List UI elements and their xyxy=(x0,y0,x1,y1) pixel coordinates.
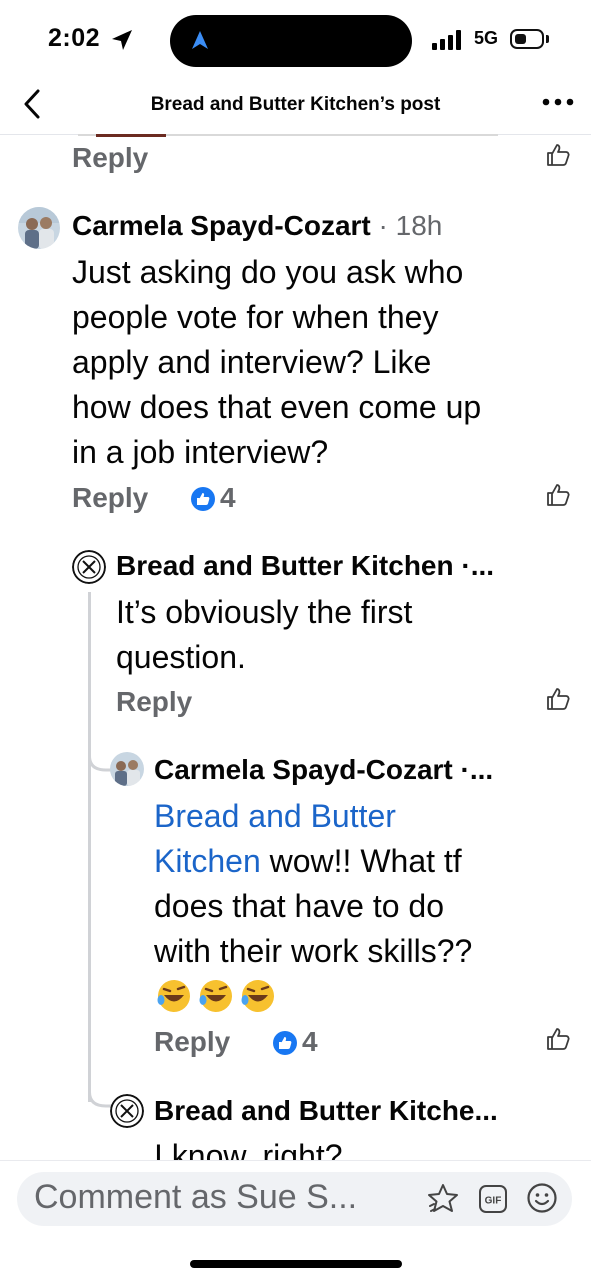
network-label: 5G xyxy=(474,28,499,48)
laughing-emoji-icon xyxy=(157,980,274,1012)
emoji-icon[interactable] xyxy=(526,1182,558,1214)
reply-button[interactable]: Reply xyxy=(154,1026,230,1058)
reaction-count: 4 xyxy=(220,482,236,513)
reply-body: It’s obviously the first question. xyxy=(116,590,576,680)
home-indicator xyxy=(190,1260,402,1268)
reply-button[interactable]: Reply xyxy=(72,142,148,174)
reply-line: with their work skills?? xyxy=(154,933,473,969)
comment-line: people vote for when they xyxy=(72,299,439,335)
page-title: Bread and Butter Kitchen’s post xyxy=(150,94,441,115)
reply-author[interactable]: Bread and Butter Kitchen ·... xyxy=(116,550,494,582)
comment-time: · 18h xyxy=(370,210,443,241)
gif-icon[interactable]: GIF xyxy=(478,1184,508,1214)
like-reaction-icon[interactable] xyxy=(272,1030,298,1056)
reaction-count: 4 xyxy=(302,1026,318,1057)
reply-author[interactable]: Carmela Spayd-Cozart ·... xyxy=(154,754,493,786)
navigation-icon xyxy=(192,31,208,49)
comment-line: Just asking do you ask who xyxy=(72,254,464,290)
reply-author[interactable]: Bread and Butter Kitche... xyxy=(154,1095,498,1127)
like-outline-icon[interactable] xyxy=(545,686,571,712)
like-outline-icon[interactable] xyxy=(545,142,571,168)
reply-text: wow!! What tf xyxy=(260,843,462,879)
comment-line: how does that even come up xyxy=(72,389,482,425)
avatar[interactable] xyxy=(18,207,60,249)
status-time: 2:02 xyxy=(48,24,101,52)
reply-line: It’s obviously the first xyxy=(116,594,413,630)
like-reaction-icon[interactable] xyxy=(190,486,216,512)
author-name[interactable]: Carmela Spayd-Cozart xyxy=(72,210,371,241)
reply-body: Bread and Butter Kitchen wow!! What tf d… xyxy=(154,794,574,974)
comment-placeholder[interactable]: Comment as Sue S... xyxy=(34,1178,357,1217)
reply-line: does that have to do xyxy=(154,888,444,924)
like-outline-icon[interactable] xyxy=(545,482,571,508)
sticker-icon[interactable] xyxy=(426,1182,460,1216)
battery-icon xyxy=(510,29,544,49)
comment-line: in a job interview? xyxy=(72,434,329,470)
thread-line xyxy=(88,592,91,1102)
reply-button[interactable]: Reply xyxy=(116,686,192,718)
image-edge-accent xyxy=(96,134,166,137)
avatar[interactable] xyxy=(72,550,106,584)
more-icon[interactable] xyxy=(542,94,574,110)
avatar[interactable] xyxy=(110,752,144,786)
like-outline-icon[interactable] xyxy=(545,1026,571,1052)
mention-link[interactable]: Bread and Butter xyxy=(154,798,396,834)
comment-body: Just asking do you ask who people vote f… xyxy=(72,250,572,475)
battery-tip xyxy=(546,35,549,43)
location-arrow-icon xyxy=(112,30,132,50)
svg-text:GIF: GIF xyxy=(485,1196,502,1207)
avatar[interactable] xyxy=(110,1094,144,1128)
comment-line: apply and interview? Like xyxy=(72,344,432,380)
mention-link[interactable]: Kitchen xyxy=(154,843,261,879)
reply-line: question. xyxy=(116,639,246,675)
signal-icon xyxy=(432,30,461,50)
comment-author[interactable]: Carmela Spayd-Cozart · 18h xyxy=(72,210,442,242)
reply-button[interactable]: Reply xyxy=(72,482,148,514)
